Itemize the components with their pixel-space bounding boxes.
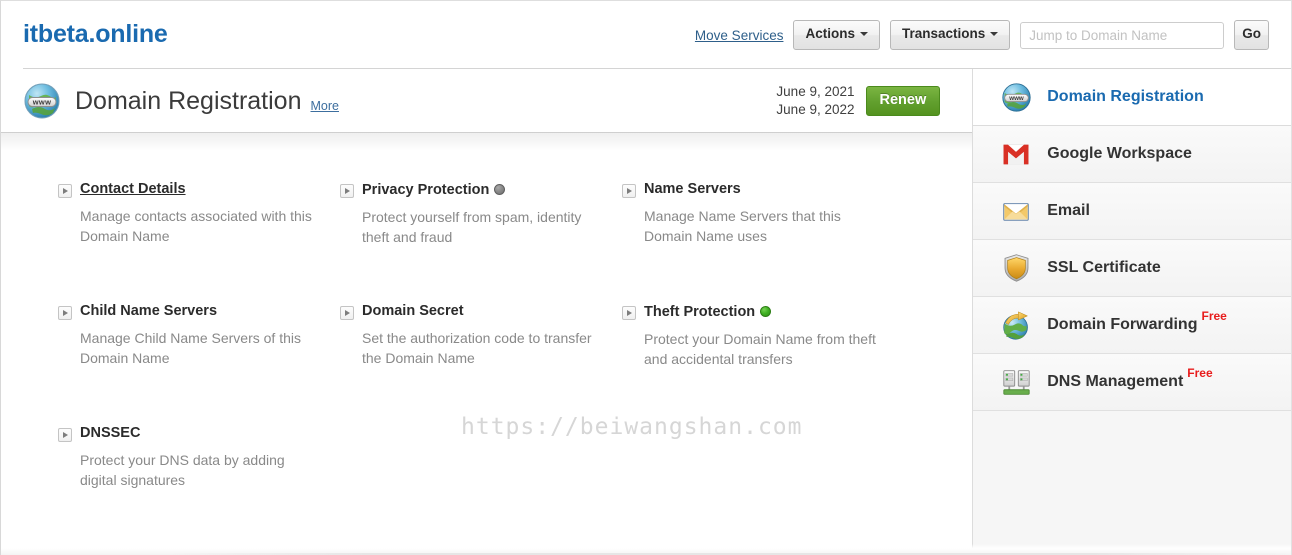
sidebar-item-label: Domain Forwarding [1047,316,1198,333]
sidebar-item-label: Domain Registration [1047,88,1204,105]
feature-description: Manage contacts associated with this Dom… [80,208,312,245]
sidebar-item-google-workspace[interactable]: Google Workspace [973,126,1291,183]
feature-item[interactable]: Privacy Protection Protect yourself from… [340,181,622,303]
actions-button-label: Actions [805,26,855,42]
expand-arrow-icon[interactable] [58,306,72,320]
expand-arrow-icon[interactable] [340,306,354,320]
sidebar-item-label: SSL Certificate [1047,259,1161,276]
feature-description: Protect your Domain Name from theft and … [644,331,876,368]
feature-title[interactable]: Domain Secret [362,303,464,320]
browser-page: itbeta.online Move Services Actions Tran… [0,0,1292,555]
sidebar-item-label: Google Workspace [1047,145,1192,162]
feature-item[interactable]: DNSSEC Protect your DNS data by adding d… [58,425,340,547]
service-header-right: June 9, 2021 June 9, 2022 Renew [776,83,962,119]
feature-grid: Contact Details Manage contacts associat… [1,151,972,547]
feature-title[interactable]: DNSSEC [80,425,140,442]
feature-item[interactable]: Child Name Servers Manage Child Name Ser… [58,303,340,425]
feature-title[interactable]: Theft Protection [644,304,755,320]
sidebar-item-domain-registration[interactable]: www Domain Registration [973,69,1291,126]
feature-description: Manage Child Name Servers of this Domain… [80,330,301,367]
service-sidebar: www Domain Registration Google Workspace… [972,69,1291,555]
feature-item[interactable]: Domain Secret Set the authorization code… [340,303,622,425]
feature-description: Manage Name Servers that this Domain Nam… [644,208,841,245]
feature-title[interactable]: Privacy Protection [362,182,489,198]
jump-to-domain-input[interactable] [1020,21,1225,49]
expand-arrow-icon[interactable] [340,184,354,198]
chevron-down-icon [859,32,868,37]
registered-date: June 9, 2021 [776,83,855,99]
status-dot-inactive-icon [494,184,506,195]
top-bar: itbeta.online Move Services Actions Tran… [1,1,1291,69]
transactions-button-label: Transactions [901,26,986,42]
sidebar-empty-area [973,411,1291,555]
body-container: www Domain Registration More June 9, 202… [1,69,1291,555]
feature-item[interactable]: Name Servers Manage Name Servers that th… [622,181,904,303]
service-header-divider [1,132,973,133]
sidebar-item-ssl-certificate[interactable]: SSL Certificate [973,240,1291,297]
chevron-down-icon [990,32,999,37]
feature-title-wrap: Theft Protection [644,303,772,321]
feature-item[interactable]: Theft Protection Protect your Domain Nam… [622,303,904,425]
feature-title[interactable]: Name Servers [644,181,741,198]
feature-head: Domain Secret [340,303,606,320]
feature-head: Contact Details [58,181,324,198]
globe-www-icon: www [24,83,60,119]
sidebar-item-label: Email [1047,202,1090,219]
free-badge: Free [1187,366,1213,380]
actions-button[interactable]: Actions [793,20,880,50]
top-bar-controls: Move Services Actions Transactions Go [695,20,1279,50]
feature-item[interactable]: Contact Details Manage contacts associat… [58,181,340,303]
go-button[interactable]: Go [1234,20,1269,50]
expand-arrow-icon[interactable] [58,428,72,442]
feature-title[interactable]: Child Name Servers [80,303,217,320]
expand-arrow-icon[interactable] [622,184,636,198]
main-panel: www Domain Registration More June 9, 202… [1,69,973,555]
sidebar-item-label: DNS Management [1047,373,1184,390]
free-badge: Free [1201,309,1227,323]
header-shade [1,133,973,151]
expiry-date: June 9, 2022 [776,102,855,117]
servers-icon [999,365,1033,399]
feature-description: Protect yourself from spam, identity the… [362,209,582,246]
service-title: Domain Registration [75,86,302,115]
shield-icon [999,251,1033,285]
svg-text:www: www [32,97,51,106]
feature-title[interactable]: Contact Details [80,181,186,198]
expand-arrow-icon[interactable] [622,306,636,320]
envelope-icon [999,194,1033,228]
feature-head: Theft Protection [622,303,888,321]
page-title: itbeta.online [23,19,168,48]
sidebar-item-dns-management[interactable]: DNS Management Free [973,354,1291,411]
feature-head: DNSSEC [58,425,324,442]
service-dates: June 9, 2021 June 9, 2022 [776,83,854,119]
transactions-button[interactable]: Transactions [889,20,1011,50]
move-services-link[interactable]: Move Services [695,28,784,43]
status-dot-active-icon [760,306,772,317]
globe-www-icon: www [999,80,1033,114]
svg-text:www: www [1008,95,1024,102]
gmail-m-icon [999,137,1033,171]
feature-head: Name Servers [622,181,888,198]
feature-description: Protect your DNS data by adding digital … [80,452,285,489]
renew-button[interactable]: Renew [865,85,941,117]
service-header: www Domain Registration More June 9, 202… [1,69,973,133]
sidebar-item-domain-forwarding[interactable]: Domain Forwarding Free [973,297,1291,354]
feature-description: Set the authorization code to transfer t… [362,330,592,367]
feature-title-wrap: Privacy Protection [362,181,506,199]
globe-arrow-icon [999,308,1033,342]
sidebar-item-email[interactable]: Email [973,183,1291,240]
feature-head: Privacy Protection [340,181,606,199]
service-more-link[interactable]: More [311,99,339,113]
feature-head: Child Name Servers [58,303,324,320]
expand-arrow-icon[interactable] [58,184,72,198]
